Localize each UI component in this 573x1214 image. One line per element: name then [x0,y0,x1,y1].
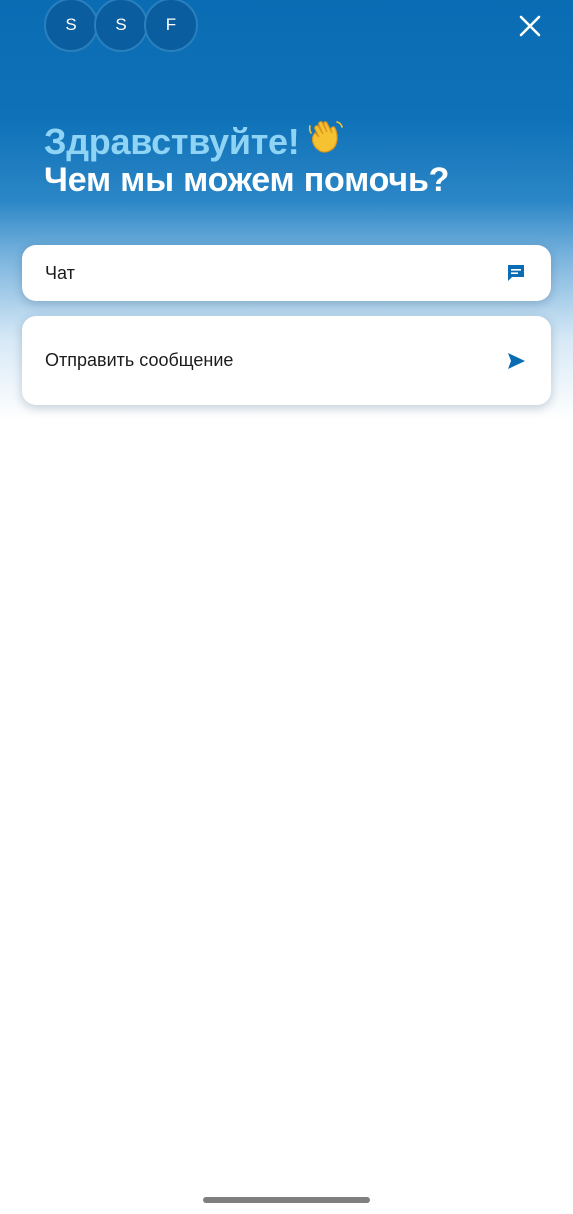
send-icon [505,350,527,372]
support-widget-screen: S S F Здравствуйте! Чем мы можем помочь?… [0,0,573,1214]
chat-option-button[interactable]: Чат [22,245,551,301]
help-subtitle: Чем мы можем помочь? [44,161,450,199]
greeting-title: Здравствуйте! [44,118,345,165]
close-icon [519,15,541,37]
send-message-option-button[interactable]: Отправить сообщение [22,316,551,405]
team-avatars: S S F [44,0,198,52]
greeting-text: Здравствуйте! [44,121,300,162]
avatar: S [44,0,98,52]
avatar: F [144,0,198,52]
send-message-option-label: Отправить сообщение [45,350,234,370]
close-button[interactable] [508,4,552,48]
chat-bubble-icon [505,262,527,284]
home-indicator[interactable] [203,1197,370,1203]
waving-hand-icon [307,118,345,165]
chat-option-label: Чат [45,262,75,283]
avatar: S [94,0,148,52]
